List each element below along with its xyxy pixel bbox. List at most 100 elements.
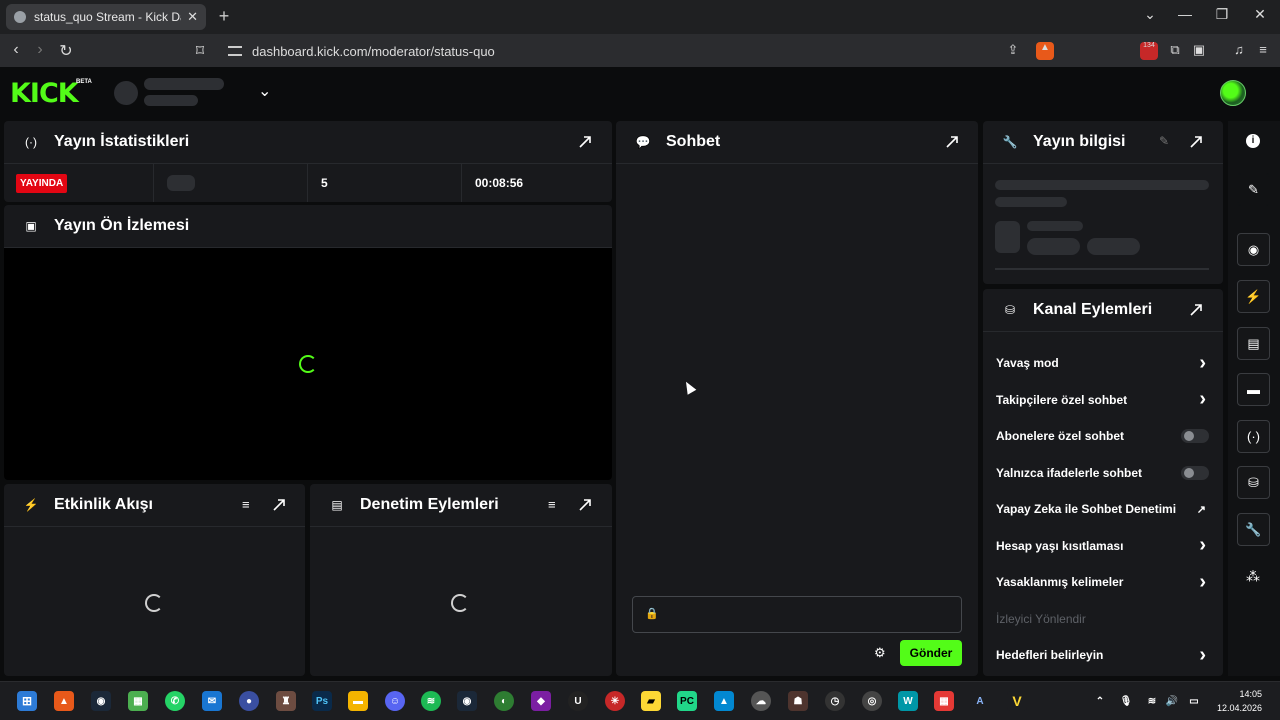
popout-icon[interactable]	[273, 499, 285, 511]
app-icon[interactable]: ●	[239, 691, 259, 711]
popout-icon[interactable]	[579, 136, 591, 148]
url-field[interactable]: dashboard.kick.com/moderator/status-quo	[218, 38, 1062, 64]
pycharm-icon[interactable]: PC	[677, 691, 697, 711]
sticky-notes-icon[interactable]: ▰	[641, 691, 661, 711]
windows-start-icon[interactable]: ⊞	[17, 691, 37, 711]
tab-title: status_quo Stream - Kick Dashbo	[34, 10, 181, 24]
chat-bubble-icon[interactable]: ▬	[1237, 373, 1270, 406]
site-settings-icon[interactable]	[228, 46, 242, 56]
unreal-engine-icon[interactable]: U	[568, 691, 588, 711]
chevron-right-icon[interactable]: ›	[1199, 644, 1206, 667]
document-icon[interactable]: ▤	[1237, 327, 1270, 360]
channel-action-row[interactable]: Abonelere özel sohbet	[983, 418, 1223, 454]
chevron-right-icon[interactable]: ›	[1199, 571, 1206, 594]
app-icon[interactable]: A	[970, 691, 990, 711]
tab-list-icon[interactable]: ⌄	[1140, 6, 1160, 23]
channel-switcher-chevron-icon[interactable]: ⌄	[258, 81, 271, 101]
app-icon[interactable]: ☁	[751, 691, 771, 711]
whatsapp-icon[interactable]: ✆	[165, 691, 185, 711]
visual-studio-icon[interactable]: ◆	[531, 691, 551, 711]
file-explorer-icon[interactable]: ▬	[348, 691, 368, 711]
wifi-icon[interactable]: ≋	[1142, 691, 1162, 711]
system-clock[interactable]: 14:05 12.04.2026	[1217, 687, 1262, 715]
chat-input[interactable]: 🔒	[632, 596, 962, 633]
app-icon[interactable]: W	[898, 691, 918, 711]
steam-icon[interactable]: ◉	[91, 691, 111, 711]
microphone-icon[interactable]: 🎙	[1116, 691, 1136, 711]
extension-badge[interactable]: 134	[1140, 42, 1158, 60]
app-icon[interactable]: ▦	[934, 691, 954, 711]
volume-icon[interactable]: 🔊	[1162, 691, 1182, 711]
browser-tab[interactable]: status_quo Stream - Kick Dashbo ✕	[6, 4, 206, 30]
extensions-icon[interactable]: ⧉	[1166, 42, 1184, 60]
app-icon[interactable]: V	[1007, 691, 1027, 711]
steam-icon[interactable]: ◉	[457, 691, 477, 711]
channel-action-row[interactable]: Takipçilere özel sohbet ›	[983, 382, 1223, 418]
close-tab-icon[interactable]: ✕	[187, 9, 198, 25]
brave-shields-icon[interactable]: ▲	[1036, 42, 1054, 60]
media-icon[interactable]: ♫	[1230, 42, 1248, 60]
channel-action-row[interactable]: Yavaş mod ›	[983, 345, 1223, 381]
channel-action-row[interactable]: Yalnızca ifadelerle sohbet	[983, 455, 1223, 491]
app-icon[interactable]: ✳	[605, 691, 625, 711]
battery-icon[interactable]: ▭	[1184, 691, 1204, 711]
screen-capture-icon[interactable]: ◉	[1237, 233, 1270, 266]
close-window-button[interactable]: ✕	[1250, 6, 1270, 23]
toggle-switch[interactable]	[1181, 429, 1209, 443]
chevron-right-icon[interactable]: ›	[1199, 534, 1206, 557]
kick-logo[interactable]: KICK	[10, 78, 79, 109]
chevron-right-icon[interactable]: ›	[1199, 352, 1206, 375]
popout-icon[interactable]	[1190, 136, 1202, 148]
share-icon[interactable]: ⇪	[1004, 42, 1022, 60]
back-arrow-icon[interactable]: ‹	[6, 41, 26, 59]
forward-arrow-icon[interactable]: ›	[30, 41, 50, 59]
info-icon[interactable]: i	[1246, 134, 1260, 148]
channel-action-row: İzleyici Yönlendir	[983, 601, 1223, 637]
stream-info-panel: 🔧 Yayın bilgisi ✎	[983, 121, 1223, 284]
brave-browser-icon[interactable]: ▲	[54, 691, 74, 711]
app-icon[interactable]: ◎	[862, 691, 882, 711]
tray-overflow-icon[interactable]: ⌃	[1090, 691, 1110, 711]
menu-icon[interactable]: ≡	[1254, 42, 1272, 60]
chevron-right-icon[interactable]: ›	[1199, 388, 1206, 411]
more-widgets-icon[interactable]: ⁂	[1246, 568, 1260, 585]
app-icon[interactable]: ◷	[825, 691, 845, 711]
reload-icon[interactable]: ↻	[56, 41, 76, 61]
edit-pencil-icon[interactable]: ✎	[1159, 134, 1169, 148]
external-link-icon[interactable]: ↗	[1197, 503, 1206, 516]
channel-action-row[interactable]: Yapay Zeka ile Sohbet Denetimi ↗	[983, 491, 1223, 527]
channel-action-row[interactable]: Hedefleri belirleyin ›	[983, 637, 1223, 673]
lightning-icon[interactable]: ⚡	[1237, 280, 1270, 313]
channel-actions-icon[interactable]: ⛁	[1237, 466, 1270, 499]
app-icon[interactable]: ♜	[276, 691, 296, 711]
popout-icon[interactable]	[1190, 304, 1202, 316]
filter-icon[interactable]: ≡	[242, 497, 250, 512]
preview-icon: ▣	[25, 219, 37, 233]
channel-action-row[interactable]: Hesap yaşı kısıtlaması ›	[983, 528, 1223, 564]
spotify-icon[interactable]: ≋	[421, 691, 441, 711]
channel-action-row[interactable]: Yasaklanmış kelimeler ›	[983, 564, 1223, 600]
maximize-button[interactable]: ❐	[1212, 6, 1232, 23]
filter-icon[interactable]: ≡	[548, 497, 556, 512]
app-icon[interactable]: ◐	[494, 691, 514, 711]
sidebar-toggle-icon[interactable]: ▣	[1190, 42, 1208, 60]
minecraft-icon[interactable]: ▦	[128, 691, 148, 711]
bookmark-icon[interactable]: ⌑	[190, 41, 210, 61]
game-icon[interactable]: ☗	[788, 691, 808, 711]
popout-icon[interactable]	[946, 136, 958, 148]
discord-icon[interactable]: ☺	[385, 691, 405, 711]
chat-settings-gear-icon[interactable]: ⚙	[874, 645, 886, 661]
wrench-icon[interactable]: 🔧	[1237, 513, 1270, 546]
minimize-button[interactable]: —	[1175, 6, 1195, 22]
category-cell	[154, 164, 308, 202]
user-avatar[interactable]	[1220, 80, 1246, 106]
mail-icon[interactable]: ✉	[202, 691, 222, 711]
photoshop-icon[interactable]: Ps	[312, 691, 332, 711]
send-button[interactable]: Gönder	[900, 640, 962, 666]
photos-icon[interactable]: ▲	[714, 691, 734, 711]
pencil-icon[interactable]: ✎	[1237, 173, 1270, 206]
broadcast-icon[interactable]: (·)	[1237, 420, 1270, 453]
toggle-switch[interactable]	[1181, 465, 1209, 480]
new-tab-button[interactable]: +	[214, 6, 234, 27]
popout-icon[interactable]	[579, 499, 591, 511]
